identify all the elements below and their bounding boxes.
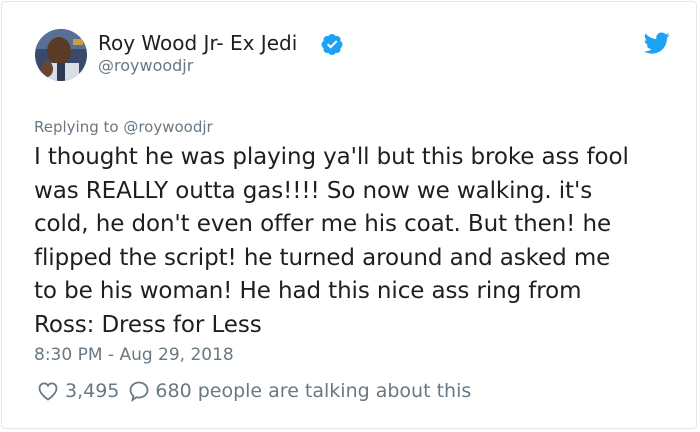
like-count[interactable]: 3,495 xyxy=(65,380,119,402)
tweet-text-line: to be his woman! He had this nice ass ri… xyxy=(34,278,582,304)
speech-bubble-icon[interactable] xyxy=(128,379,150,403)
tweet-text-line: flipped the script! he turned around and… xyxy=(34,244,611,271)
avatar-image xyxy=(35,29,87,81)
twitter-bird-icon[interactable] xyxy=(644,30,670,56)
engagement-bar: 3,495 680 people are talking about this xyxy=(36,378,471,404)
verified-badge-icon xyxy=(321,34,343,55)
author-display-name[interactable]: Roy Wood Jr- Ex Jedi xyxy=(98,30,297,56)
tweet-text-line: Ross: Dress for Less xyxy=(34,311,262,338)
tweet-text-line: was REALLY outta gas!!!! So now we walki… xyxy=(34,177,593,204)
avatar[interactable] xyxy=(35,29,87,81)
tweet-text: I thought he was playing ya'll but this … xyxy=(34,141,674,342)
heart-icon[interactable] xyxy=(36,379,60,403)
talking-count[interactable]: 680 people are talking about this xyxy=(155,380,471,402)
replying-to-label[interactable]: Replying to @roywoodjr xyxy=(34,117,213,137)
tweet-text-line: cold, he don't even offer me his coat. B… xyxy=(34,211,611,237)
tweet-text-line: I thought he was playing ya'll but this … xyxy=(34,144,629,170)
tweet-timestamp[interactable]: 8:30 PM - Aug 29, 2018 xyxy=(34,344,234,366)
author-handle[interactable]: @roywoodjr xyxy=(98,55,193,77)
tweet-card: Roy Wood Jr- Ex Jedi @roywoodjr Replying… xyxy=(1,1,697,429)
